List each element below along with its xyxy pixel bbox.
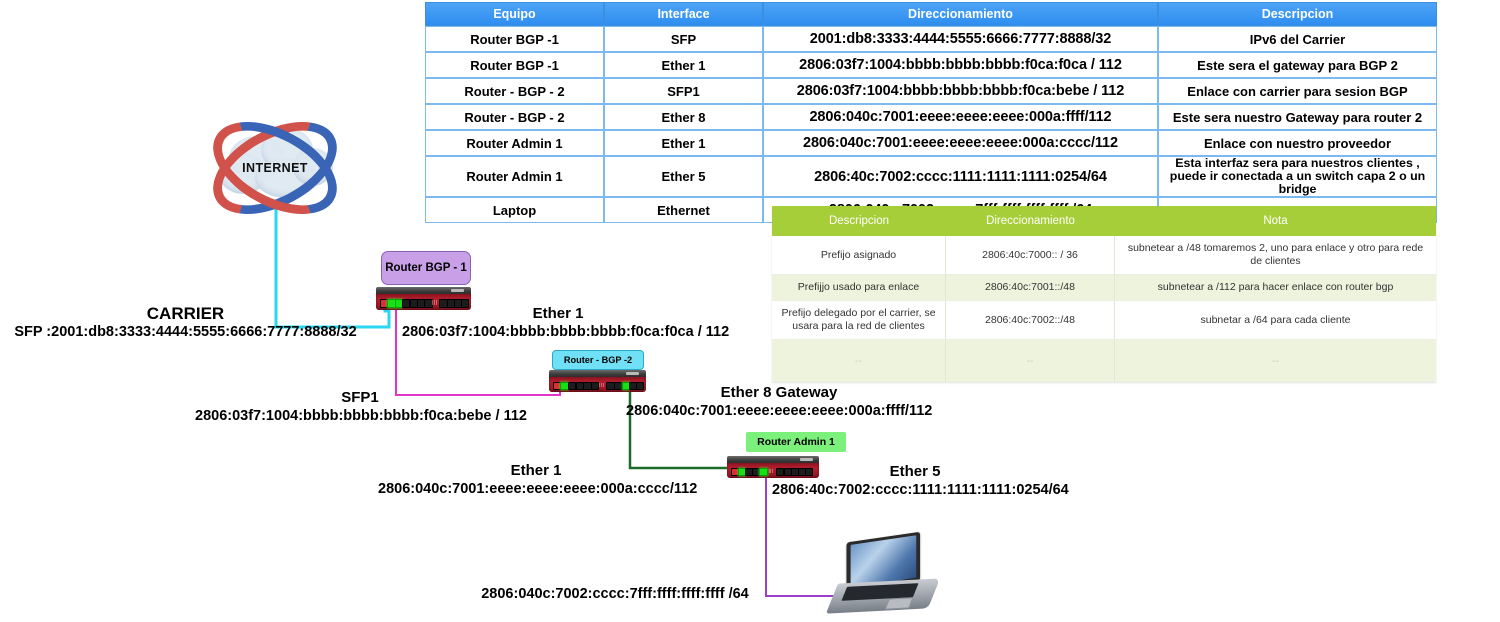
router-bgp2-label: Router - BGP -2 — [563, 355, 633, 365]
diagram-canvas: INTERNET Router BGP - 1 Router - BGP -2 … — [0, 0, 1500, 622]
laptop-trackpad — [884, 597, 914, 610]
laptop-device[interactable] — [825, 531, 941, 615]
cell-interface: Ether 1 — [604, 130, 763, 156]
cell-descripcion: -- — [772, 340, 946, 382]
label-carrier-address: SFP :2001:db8:3333:4444:5555:6666:7777:8… — [14, 324, 357, 340]
cell-nota: -- — [1115, 340, 1436, 382]
table-row: Prefijjo usado para enlace 2806:40c:7001… — [772, 275, 1436, 301]
label-ether5-admin: Ether 5 2806:40c:7002:cccc:1111:1111:111… — [772, 462, 1069, 499]
cell-descripcion: Enlace con carrier para sesion BGP — [1158, 78, 1437, 104]
table-row: Router - BGP - 2 Ether 8 2806:040c:7001:… — [425, 104, 1437, 130]
col-header-direccionamiento: Direccionamiento — [946, 206, 1115, 236]
label-ether8-address: 2806:040c:7001:eeee:eeee:eeee:000a:ffff/… — [626, 403, 933, 419]
table-row: -- -- -- — [772, 340, 1436, 382]
table-row: Router BGP -1 Ether 1 2806:03f7:1004:bbb… — [425, 52, 1437, 78]
label-carrier-title: CARRIER — [146, 304, 225, 323]
cell-equipo: Router BGP -1 — [425, 26, 604, 52]
label-sfp1-bgp2: SFP1 2806:03f7:1004:bbbb:bbbb:bbbb:f0ca:… — [195, 388, 527, 425]
table-row: Router BGP -1 SFP 2001:db8:3333:4444:555… — [425, 26, 1437, 52]
col-header-nota: Nota — [1115, 206, 1436, 236]
col-header-interface: Interface — [604, 2, 763, 26]
cell-interface: Ether 1 — [604, 52, 763, 78]
cell-descripcion: Este sera nuestro Gateway para router 2 — [1158, 104, 1437, 130]
label-ether5-title: Ether 5 — [889, 463, 941, 480]
label-laptop-address: 2806:040c:7002:cccc:7fff:ffff:ffff:ffff … — [481, 586, 749, 602]
label-ether1-admin: Ether 1 2806:040c:7001:eeee:eeee:eeee:00… — [378, 461, 698, 498]
label-ether1-bgp1-title: Ether 1 — [532, 305, 584, 322]
cell-nota: subnetar a /64 para cada cliente — [1115, 301, 1436, 340]
col-header-descripcion: Descripcion — [772, 206, 946, 236]
table-row: Router Admin 1 Ether 5 2806:40c:7002:ccc… — [425, 156, 1437, 197]
cell-direccionamiento: 2806:40c:7002:cccc:1111:1111:1111:0254/6… — [763, 156, 1158, 197]
cell-direccionamiento: 2001:db8:3333:4444:5555:6666:7777:8888/3… — [763, 26, 1158, 52]
cell-descripcion: Prefijo asignado — [772, 236, 946, 275]
cell-direccionamiento: 2806:040c:7001:eeee:eeee:eeee:000a:ffff/… — [763, 104, 1158, 130]
table-row: Prefijo asignado 2806:40c:7000:: / 36 su… — [772, 236, 1436, 275]
col-header-descripcion: Descripcion — [1158, 2, 1437, 26]
label-ether5-address: 2806:40c:7002:cccc:1111:1111:1111:0254/6… — [772, 482, 1069, 498]
cell-interface: Ethernet — [604, 197, 763, 223]
cell-direccionamiento: 2806:03f7:1004:bbbb:bbbb:bbbb:f0ca:bebe … — [763, 78, 1158, 104]
device-addressing-table: Equipo Interface Direccionamiento Descri… — [425, 2, 1437, 223]
col-header-equipo: Equipo — [425, 2, 604, 26]
cell-direccionamiento: 2806:03f7:1004:bbbb:bbbb:bbbb:f0ca:f0ca … — [763, 52, 1158, 78]
label-ether1-bgp1-address: 2806:03f7:1004:bbbb:bbbb:bbbb:f0ca:f0ca … — [402, 324, 730, 340]
cell-equipo: Laptop — [425, 197, 604, 223]
label-ether8-gateway: Ether 8 Gateway 2806:040c:7001:eeee:eeee… — [626, 383, 932, 420]
cell-nota: subnetear a /48 tomaremos 2, uno para en… — [1115, 236, 1436, 275]
prefix-plan-table: Descripcion Direccionamiento Nota Prefij… — [772, 206, 1436, 382]
cell-equipo: Router - BGP - 2 — [425, 78, 604, 104]
label-ether8-title: Ether 8 Gateway — [720, 384, 838, 401]
cell-equipo: Router Admin 1 — [425, 156, 604, 197]
cell-interface: SFP1 — [604, 78, 763, 104]
router-bgp1-label: Router BGP - 1 — [385, 261, 467, 274]
cell-direccionamiento: 2806:040c:7001:eeee:eeee:eeee:000a:cccc/… — [763, 130, 1158, 156]
cell-direccionamiento: 2806:40c:7000:: / 36 — [946, 236, 1115, 275]
table-header-row: Equipo Interface Direccionamiento Descri… — [425, 2, 1437, 26]
label-carrier: CARRIER SFP :2001:db8:3333:4444:5555:666… — [8, 304, 363, 341]
table-row: Router Admin 1 Ether 1 2806:040c:7001:ee… — [425, 130, 1437, 156]
cell-interface: Ether 8 — [604, 104, 763, 130]
cell-direccionamiento: 2806:40c:7001::/48 — [946, 275, 1115, 301]
label-ether1-admin-title: Ether 1 — [510, 462, 562, 479]
cell-descripcion: Prefijjo usado para enlace — [772, 275, 946, 301]
label-ether1-bgp1: Ether 1 2806:03f7:1004:bbbb:bbbb:bbbb:f0… — [402, 304, 730, 341]
cell-equipo: Router BGP -1 — [425, 52, 604, 78]
internet-cloud-icon: INTERNET — [198, 102, 352, 234]
cell-equipo: Router Admin 1 — [425, 130, 604, 156]
cell-interface: SFP — [604, 26, 763, 52]
cell-descripcion: Este sera el gateway para BGP 2 — [1158, 52, 1437, 78]
label-sfp1-address: 2806:03f7:1004:bbbb:bbbb:bbbb:f0ca:bebe … — [195, 408, 527, 424]
cell-descripcion: Prefijo delegado por el carrier, se usar… — [772, 301, 946, 340]
cell-descripcion: Enlace con nuestro proveedor — [1158, 130, 1437, 156]
router-admin1-label-box[interactable]: Router Admin 1 — [746, 432, 846, 452]
router-bgp1-label-box[interactable]: Router BGP - 1 — [381, 251, 471, 285]
table-row: Prefijo delegado por el carrier, se usar… — [772, 301, 1436, 340]
table-row: Router - BGP - 2 SFP1 2806:03f7:1004:bbb… — [425, 78, 1437, 104]
cell-direccionamiento: 2806:40c:7002::/48 — [946, 301, 1115, 340]
cell-descripcion: Esta interfaz sera para nuestros cliente… — [1158, 156, 1437, 197]
col-header-direccionamiento: Direccionamiento — [763, 2, 1158, 26]
cell-interface: Ether 5 — [604, 156, 763, 197]
cell-nota: subnetear a /112 para hacer enlace con r… — [1115, 275, 1436, 301]
router-bgp2-label-box[interactable]: Router - BGP -2 — [552, 350, 644, 370]
cell-equipo: Router - BGP - 2 — [425, 104, 604, 130]
cell-descripcion: IPv6 del Carrier — [1158, 26, 1437, 52]
table-header-row: Descripcion Direccionamiento Nota — [772, 206, 1436, 236]
router-admin1-label: Router Admin 1 — [757, 436, 835, 448]
internet-cloud-label: INTERNET — [242, 161, 308, 175]
label-sfp1-title: SFP1 — [341, 389, 379, 406]
label-ether1-admin-address: 2806:040c:7001:eeee:eeee:eeee:000a:cccc/… — [378, 481, 698, 497]
cell-direccionamiento: -- — [946, 340, 1115, 382]
